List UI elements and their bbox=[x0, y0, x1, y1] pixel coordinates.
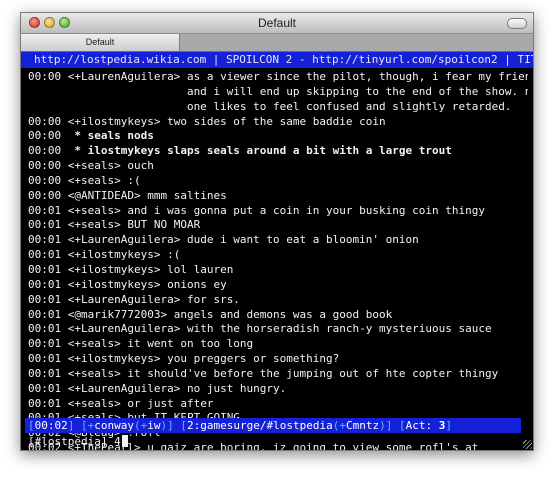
message-text: <+seals> :( bbox=[61, 173, 141, 187]
message-text: * ilostmykeys slaps seals around a bit w… bbox=[61, 144, 452, 158]
timestamp: 00:01 bbox=[28, 352, 62, 366]
timestamp: 00:00 bbox=[28, 159, 62, 173]
chat-line: 00:01 <+seals> and i was gonna put a coi… bbox=[28, 204, 528, 219]
message-text: <+LaurenAguilera> dude i want to eat a b… bbox=[61, 233, 419, 247]
chat-line: 00:00 <+ilostmykeys> two sides of the sa… bbox=[28, 115, 528, 130]
timestamp: 00:00 bbox=[28, 129, 62, 143]
chat-line: 00:00 <+LaurenAguilera> as a viewer sinc… bbox=[28, 70, 528, 85]
status-bracket: ] [ bbox=[67, 419, 88, 432]
message-text: <+seals> or just after bbox=[61, 396, 214, 410]
timestamp: 00:00 bbox=[28, 70, 62, 83]
chat-line: 00:00 <+seals> ouch bbox=[28, 159, 528, 174]
chat-log: 00:00 <+LaurenAguilera> as a viewer sinc… bbox=[28, 70, 528, 450]
resize-grip-icon[interactable] bbox=[523, 440, 532, 449]
input-prompt: [#lostpedia] bbox=[28, 435, 108, 448]
message-text: <@ANTIDEAD> mmm saltines bbox=[61, 188, 227, 202]
tab-bar: Default bbox=[21, 34, 533, 52]
message-text: <+ilostmykeys> you preggers or something… bbox=[61, 352, 340, 366]
timestamp: 00:01 bbox=[28, 307, 62, 321]
message-text: <+ilostmykeys> onions ey bbox=[61, 277, 227, 291]
status-bracket: ] bbox=[445, 419, 452, 432]
toolbar-toggle-icon[interactable] bbox=[507, 18, 527, 29]
message-text: <+seals> ouch bbox=[61, 159, 154, 173]
chat-line: 00:01 <@marik7772003> angels and demons … bbox=[28, 308, 528, 323]
chat-line: 00:01 <+ilostmykeys> onions ey bbox=[28, 278, 528, 293]
message-text: * seals nods bbox=[61, 129, 154, 143]
status-nick: conway bbox=[94, 419, 134, 432]
status-chan-mode: Cmntz bbox=[345, 419, 380, 432]
chat-line: one likes to feel confused and slightly … bbox=[28, 100, 528, 115]
timestamp: 00:01 bbox=[28, 292, 62, 306]
chat-line: 00:00 <+seals> :( bbox=[28, 174, 528, 189]
status-act-label: Act: bbox=[405, 419, 439, 432]
timestamp: 00:00 bbox=[28, 173, 62, 187]
chat-line: 00:01 <+seals> BUT NO MOAR bbox=[28, 218, 528, 233]
timestamp: 00:00 bbox=[28, 144, 62, 158]
message-text: <+ilostmykeys> :( bbox=[61, 248, 181, 262]
input-line[interactable]: [#lostpedia] 4 bbox=[28, 434, 128, 449]
message-text: <+seals> BUT NO MOAR bbox=[61, 218, 201, 232]
message-text: <+LaurenAguilera> with the horseradish r… bbox=[61, 322, 492, 336]
chat-line: 00:00 * ilostmykeys slaps seals around a… bbox=[28, 144, 528, 159]
timestamp: 00:00 bbox=[28, 114, 62, 128]
chat-line: 00:01 <+seals> it should've before the j… bbox=[28, 367, 528, 382]
chat-line: 00:01 <+LaurenAguilera> dude i want to e… bbox=[28, 233, 528, 248]
timestamp: 00:01 bbox=[28, 337, 62, 351]
chat-line: and i will end up skipping to the end of… bbox=[28, 85, 528, 100]
chat-line: 00:01 <+LaurenAguilera> for srs. bbox=[28, 293, 528, 308]
message-text: <+seals> it went on too long bbox=[61, 337, 254, 351]
message-text: <+ilostmykeys> two sides of the same bad… bbox=[61, 114, 386, 128]
message-text: and i will end up skipping to the end of… bbox=[28, 84, 528, 98]
status-bracket: )] [ bbox=[160, 419, 188, 432]
timestamp: 00:01 bbox=[28, 218, 62, 232]
message-text: <+ilostmykeys> lol lauren bbox=[61, 262, 234, 276]
chat-line: 00:00 * seals nods bbox=[28, 129, 528, 144]
message-text: <+LaurenAguilera> for srs. bbox=[61, 292, 240, 306]
chat-line: 00:01 <+ilostmykeys> lol lauren bbox=[28, 263, 528, 278]
chat-line: 00:01 <+seals> or just after bbox=[28, 397, 528, 412]
message-text: one likes to feel confused and slightly … bbox=[28, 99, 512, 113]
chat-line: 00:01 <+ilostmykeys> you preggers or som… bbox=[28, 352, 528, 367]
input-field[interactable]: 4 bbox=[114, 435, 121, 448]
chat-line: 00:01 <+ilostmykeys> :( bbox=[28, 248, 528, 263]
status-bar: [00:02] [+conway(+iw)] [2:gamesurge/#los… bbox=[25, 418, 521, 433]
terminal-window: Default Default http://lostpedia.wikia.c… bbox=[20, 12, 534, 451]
chat-line: 00:01 <+seals> it went on too long bbox=[28, 337, 528, 352]
window-title: Default bbox=[257, 16, 297, 30]
status-bracket: )] [ bbox=[379, 419, 406, 432]
chat-line: 00:00 <@ANTIDEAD> mmm saltines bbox=[28, 189, 528, 204]
status-window-ref: 2:gamesurge/#lostpedia bbox=[187, 419, 333, 432]
status-chan-mode-prefix: + bbox=[339, 419, 346, 432]
timestamp: 00:01 bbox=[28, 322, 62, 336]
text-cursor bbox=[121, 435, 128, 447]
tab-default[interactable]: Default bbox=[21, 34, 180, 51]
channel-topic-bar: http://lostpedia.wikia.com | SPOILCON 2 … bbox=[21, 52, 533, 68]
title-bar[interactable]: Default bbox=[21, 13, 533, 34]
chat-line: 00:01 <+LaurenAguilera> no just hungry. bbox=[28, 382, 528, 397]
message-text: <+LaurenAguilera> as a viewer since the … bbox=[61, 70, 528, 83]
timestamp: 00:01 bbox=[28, 248, 62, 262]
message-text: <+LaurenAguilera> no just hungry. bbox=[61, 381, 287, 395]
message-text: <+seals> it should've before the jumping… bbox=[61, 366, 499, 380]
timestamp: 00:01 bbox=[28, 396, 62, 410]
timestamp: 00:01 bbox=[28, 366, 62, 380]
timestamp: 00:01 bbox=[28, 277, 62, 291]
status-mode: iw bbox=[147, 419, 161, 432]
message-text: <@marik7772003> angels and demons was a … bbox=[61, 307, 393, 321]
status-bracket: [ bbox=[28, 419, 35, 432]
timestamp: 00:00 bbox=[28, 188, 62, 202]
timestamp: 00:01 bbox=[28, 203, 62, 217]
message-text: <+seals> and i was gonna put a coin in y… bbox=[61, 203, 485, 217]
timestamp: 00:01 bbox=[28, 381, 62, 395]
status-time: 00:02 bbox=[34, 419, 68, 432]
status-bracket: ( bbox=[134, 419, 141, 432]
timestamp: 00:01 bbox=[28, 262, 62, 276]
timestamp: 00:01 bbox=[28, 233, 62, 247]
chat-line: 00:01 <+LaurenAguilera> with the horsera… bbox=[28, 322, 528, 337]
